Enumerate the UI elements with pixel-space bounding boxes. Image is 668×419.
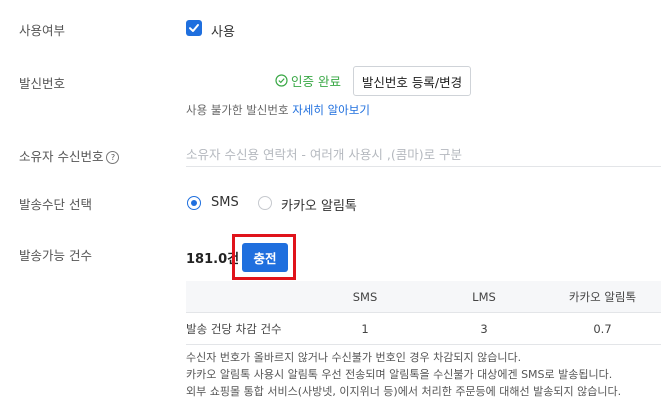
owner-number-label: 소유자 수신번호? (19, 146, 120, 165)
cost-cell: 0.7 (544, 312, 661, 345)
send-count-label: 발송가능 건수 (19, 248, 92, 263)
notes: 수신자 번호가 올바르지 않거나 수신불가 번호인 경우 차감되지 않습니다. … (186, 349, 621, 400)
sms-radio[interactable] (187, 196, 201, 210)
table-row: 발송 건당 차감 건수 1 3 0.7 (186, 312, 661, 345)
cost-table-header-cell: SMS (352, 289, 378, 304)
cost-table: SMS LMS 카카오 알림톡 발송 건당 차감 건수 1 3 0.7 (186, 281, 661, 345)
owner-number-label-text: 소유자 수신번호 (19, 149, 104, 164)
kakao-radio-label[interactable]: 카카오 알림톡 (281, 195, 357, 214)
cost-cell: 3 (424, 312, 544, 345)
note-line: 수신자 번호가 올바르지 않거나 수신불가 번호인 경우 차감되지 않습니다. (186, 351, 522, 364)
question-icon[interactable]: ? (106, 151, 120, 164)
usage-label: 사용여부 (19, 23, 66, 38)
cost-table-header-cell: LMS (472, 289, 496, 304)
check-circle-icon (275, 74, 288, 87)
usage-checkbox[interactable] (186, 20, 202, 36)
owner-number-input[interactable]: 소유자 수신용 연락처 - 여러개 사용시 ,(콤마)로 구분 (186, 141, 661, 167)
sender-number-label: 발신번호 (19, 76, 66, 91)
sender-help-text: 사용 불가한 발신번호 (186, 103, 289, 117)
verified-status: 인증 완료 (275, 71, 341, 90)
kakao-radio[interactable] (258, 196, 272, 210)
send-method-label: 발송수단 선택 (19, 197, 92, 212)
note-line: 외부 쇼핑몰 통합 서비스(사방넷, 이지위너 등)에서 처리한 주문등에 대해… (186, 385, 622, 398)
cost-table-header-cell: 카카오 알림톡 (568, 289, 637, 304)
usage-checkbox-label[interactable]: 사용 (211, 21, 235, 40)
note-line: 카카오 알림톡 사용시 알림톡 우선 전송되며 알림톡을 수신불가 대상에겐 S… (186, 368, 613, 381)
cost-row-label: 발송 건당 차감 건수 (186, 312, 306, 345)
cost-cell: 1 (306, 312, 424, 345)
checkmark-icon (189, 24, 199, 32)
cost-table-header-cell (186, 281, 306, 313)
register-sender-button[interactable]: 발신번호 등록/변경 (353, 66, 471, 96)
verified-status-text: 인증 완료 (291, 74, 341, 89)
cost-table-header: SMS LMS 카카오 알림톡 (186, 281, 661, 313)
charge-button[interactable]: 충전 (242, 243, 288, 272)
learn-more-link[interactable]: 자세히 알아보기 (292, 103, 370, 117)
sender-help: 사용 불가한 발신번호 자세히 알아보기 (186, 102, 370, 118)
sms-radio-label[interactable]: SMS (211, 195, 239, 210)
